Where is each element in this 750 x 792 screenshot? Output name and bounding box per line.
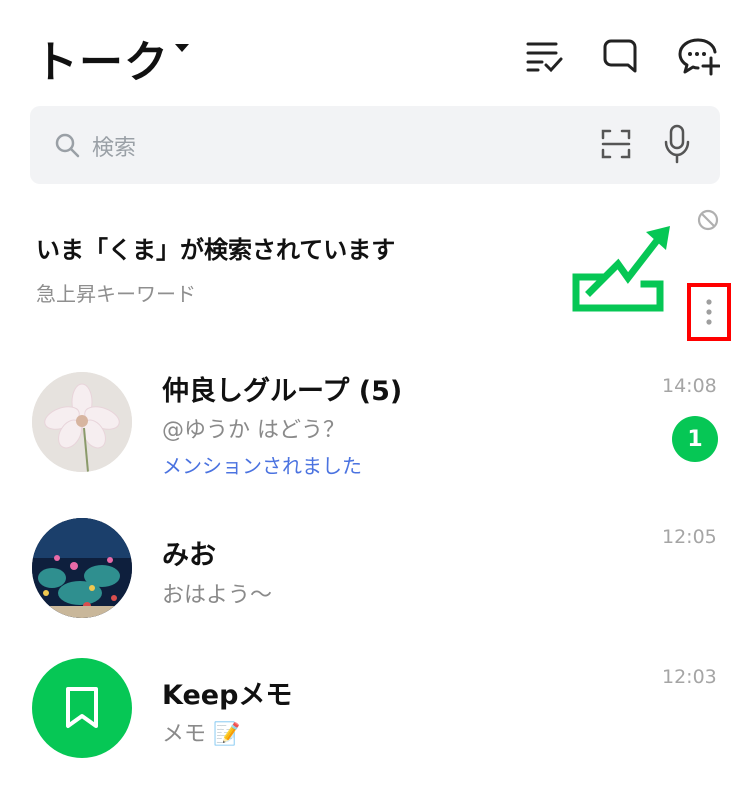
more-vertical-icon — [706, 299, 712, 325]
new-chat-icon — [678, 38, 720, 76]
avatar — [32, 518, 132, 618]
trending-up-icon — [572, 226, 670, 312]
flower-photo — [32, 372, 132, 472]
chat-message: メモ 📝 — [162, 722, 241, 747]
chat-time: 14:08 — [662, 375, 717, 397]
mic-icon[interactable] — [662, 124, 692, 164]
openchat-icon — [603, 39, 637, 73]
chat-message: @ゆうか はどう？ — [162, 418, 345, 443]
search-input[interactable]: 検索 — [92, 130, 136, 162]
hide-icon[interactable] — [696, 208, 720, 232]
more-options-button[interactable] — [687, 283, 731, 341]
avatar — [32, 658, 132, 758]
chat-name: Keepメモ — [162, 680, 293, 711]
scan-icon[interactable] — [600, 128, 632, 160]
sort-check-button[interactable] — [522, 34, 566, 78]
bookmark-icon — [66, 687, 98, 728]
new-chat-button[interactable] — [676, 34, 720, 78]
chat-message: おはよう～ — [162, 583, 273, 608]
avatar — [32, 372, 132, 472]
chat-name: 仲良しグループ (5) — [162, 376, 403, 407]
trending-title[interactable]: いま「くま」が検索されています — [36, 230, 395, 265]
openchat-button[interactable] — [598, 34, 642, 78]
sort-check-icon — [526, 42, 563, 73]
mention-label: メンションされました — [162, 454, 362, 478]
aquarium-photo — [32, 518, 132, 618]
chevron-down-icon[interactable] — [174, 42, 190, 54]
chat-time: 12:03 — [662, 666, 717, 688]
chat-time: 12:05 — [662, 526, 717, 548]
search-icon — [55, 133, 80, 158]
page-title[interactable]: トーク — [34, 26, 169, 90]
unread-badge: 1 — [672, 416, 718, 462]
chat-name: みお — [162, 540, 216, 571]
trending-subtitle: 急上昇キーワード — [36, 282, 196, 306]
